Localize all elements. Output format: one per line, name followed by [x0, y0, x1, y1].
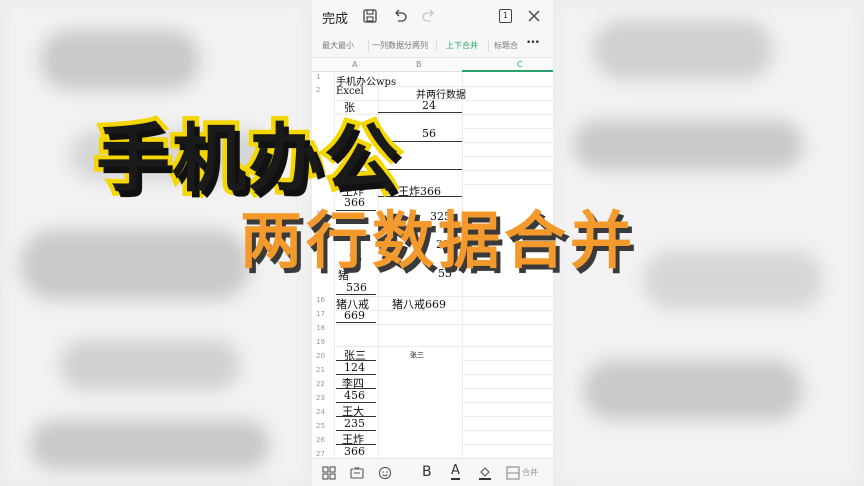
- row-number[interactable]: 19: [316, 338, 325, 346]
- grid-line: [462, 374, 553, 375]
- row-number[interactable]: 26: [316, 436, 325, 444]
- keyboard-icon[interactable]: [350, 466, 364, 480]
- bottom-toolbar: B A 合并: [312, 458, 553, 486]
- bold-icon[interactable]: B: [422, 464, 432, 480]
- column-header-c-selected[interactable]: [462, 58, 553, 72]
- tab-vertical-merge[interactable]: 上下合并: [446, 40, 478, 51]
- fill-color-icon[interactable]: [478, 465, 492, 481]
- more-icon[interactable]: •••: [526, 38, 540, 48]
- cell-a24[interactable]: 456: [344, 389, 365, 402]
- tab-title-merge[interactable]: 标题合: [494, 40, 518, 51]
- caption-subtitle: 两行数据合并: [240, 204, 637, 277]
- tab-separator: [368, 40, 369, 52]
- merge-cells-icon[interactable]: [506, 466, 520, 480]
- row-number[interactable]: 27: [316, 450, 325, 458]
- cell-a22[interactable]: 124: [344, 361, 365, 374]
- column-header-b[interactable]: B: [416, 60, 422, 69]
- grid-line: [462, 444, 553, 445]
- column-header-a[interactable]: A: [352, 60, 357, 69]
- undo-icon[interactable]: [393, 9, 407, 23]
- emoji-icon[interactable]: [378, 466, 392, 480]
- row-number[interactable]: 23: [316, 394, 325, 402]
- cell-b3[interactable]: 24: [422, 99, 436, 112]
- column-header-c[interactable]: C: [517, 60, 523, 69]
- grid-line: [462, 128, 553, 129]
- column-header-row: A B C: [312, 58, 553, 72]
- cell-underline: [336, 322, 376, 323]
- tab-separator: [488, 40, 489, 52]
- cell-underline: [336, 294, 376, 295]
- row-number[interactable]: 24: [316, 408, 325, 416]
- row-number[interactable]: 2: [316, 86, 320, 94]
- cell-border: [378, 112, 462, 113]
- grid-line: [462, 170, 553, 171]
- grid-line: [462, 156, 553, 157]
- row-number[interactable]: 21: [316, 366, 325, 374]
- cell-a3[interactable]: 张: [344, 99, 355, 115]
- cell-a26[interactable]: 235: [344, 417, 365, 430]
- grid-line: [462, 402, 553, 403]
- page-count-icon[interactable]: 1: [499, 9, 512, 23]
- cell-b5[interactable]: 56: [422, 127, 436, 140]
- row-number[interactable]: 17: [316, 310, 325, 318]
- row-number[interactable]: 25: [316, 422, 325, 430]
- row-number[interactable]: 22: [316, 380, 325, 388]
- grid-line: [334, 114, 553, 115]
- redo-icon[interactable]: [422, 9, 436, 23]
- grid-line: [334, 346, 553, 347]
- done-button[interactable]: 完成: [322, 8, 348, 27]
- merge-label: 合并: [522, 468, 538, 477]
- grid-line: [462, 184, 553, 185]
- cell-a28[interactable]: 366: [344, 445, 365, 458]
- row-number[interactable]: 18: [316, 324, 325, 332]
- grid-line: [462, 142, 553, 143]
- tab-max-min[interactable]: 最大最小: [322, 40, 354, 51]
- caption-title: 手机办公: [92, 116, 403, 202]
- tab-separator: [436, 40, 437, 52]
- row-number[interactable]: 20: [316, 352, 325, 360]
- grid-icon[interactable]: [322, 466, 336, 480]
- grid-line: [462, 360, 553, 361]
- cell-b21[interactable]: 张三: [410, 350, 424, 360]
- cell-a16[interactable]: 536: [346, 281, 367, 294]
- grid-line: [334, 324, 553, 325]
- cell-a2[interactable]: Excel: [336, 86, 364, 97]
- row-number[interactable]: 16: [316, 296, 325, 304]
- tab-split-column[interactable]: 一列数据分两列: [372, 40, 428, 51]
- close-icon[interactable]: [527, 9, 541, 23]
- grid-line: [462, 416, 553, 417]
- save-icon[interactable]: [363, 9, 377, 23]
- function-tabs: 最大最小 一列数据分两列 上下合并 标题合 •••: [312, 34, 553, 58]
- cell-a18[interactable]: 669: [344, 309, 365, 322]
- grid-line: [462, 430, 553, 431]
- page-count-label: 1: [502, 11, 509, 20]
- top-toolbar: 完成 1: [312, 0, 553, 34]
- grid-line: [462, 388, 553, 389]
- font-color-icon[interactable]: A: [451, 463, 460, 480]
- row-number[interactable]: 1: [316, 73, 320, 81]
- cell-b17[interactable]: 猪八戒669: [392, 296, 446, 312]
